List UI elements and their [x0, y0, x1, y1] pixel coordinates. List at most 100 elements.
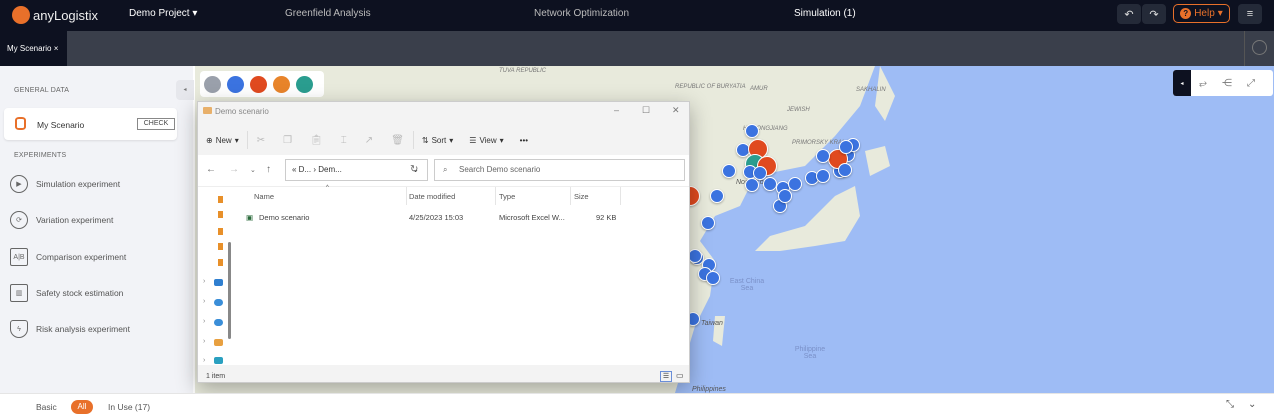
- folder-icon[interactable]: [214, 339, 223, 346]
- share-icon[interactable]: ↗: [356, 135, 382, 146]
- filter-basic[interactable]: Basic: [36, 402, 57, 412]
- recent-dropdown[interactable]: ⌄: [250, 166, 256, 174]
- add-factory-icon[interactable]: [273, 75, 290, 93]
- customer-marker[interactable]: [816, 149, 830, 163]
- customer-marker[interactable]: [722, 164, 736, 178]
- path-segment[interactable]: Dem...: [318, 165, 342, 174]
- onedrive-icon[interactable]: [214, 299, 223, 306]
- collapse-panel-icon[interactable]: ◂: [1173, 70, 1191, 96]
- project-name: Demo Project: [129, 8, 190, 19]
- path-field[interactable]: « D... › Dem... ⌄: [285, 159, 428, 181]
- path-segment[interactable]: D...: [299, 165, 311, 174]
- refresh-button[interactable]: ↻: [410, 164, 418, 175]
- close-icon[interactable]: ×: [54, 44, 59, 53]
- footer-bar: Basic All In Use (17) ⤡ ⌄: [0, 393, 1274, 417]
- quick-access-icon[interactable]: [218, 243, 223, 250]
- customer-marker[interactable]: [788, 177, 802, 191]
- expand-icon[interactable]: ›: [203, 278, 205, 285]
- experiment-simulation[interactable]: ▶ Simulation experiment: [10, 175, 120, 193]
- tab-my-scenario[interactable]: My Scenario ×: [0, 31, 67, 66]
- sidebar: GENERAL DATA My Scenario CHECK EXPERIMEN…: [0, 66, 193, 393]
- quick-access-icon[interactable]: [218, 196, 223, 203]
- scenario-card[interactable]: My Scenario CHECK: [4, 108, 177, 140]
- customer-marker[interactable]: [838, 163, 852, 177]
- customer-marker[interactable]: [688, 249, 702, 263]
- experiment-safety-stock[interactable]: ▥ Safety stock estimation: [10, 284, 123, 302]
- sort-button[interactable]: ⇅ Sort ▾: [414, 136, 461, 145]
- logo[interactable]: anyLogistix: [12, 6, 98, 24]
- close-button[interactable]: ✕: [672, 105, 680, 116]
- collapse-sidebar-button[interactable]: ◂: [176, 80, 194, 100]
- up-button[interactable]: ↑: [266, 164, 271, 175]
- route-icon[interactable]: ⥂: [1191, 70, 1215, 96]
- nav-network-optimization[interactable]: Network Optimization: [534, 8, 629, 19]
- customer-marker[interactable]: [839, 140, 853, 154]
- customer-marker[interactable]: [745, 124, 759, 138]
- expand-icon[interactable]: ›: [203, 357, 205, 364]
- new-button[interactable]: ⊕ New ▾: [198, 136, 247, 145]
- add-warehouse-icon[interactable]: [250, 75, 267, 93]
- filter-in-use[interactable]: In Use (17): [108, 402, 150, 412]
- customer-marker[interactable]: [778, 189, 792, 203]
- paste-icon[interactable]: 📋︎: [301, 135, 332, 146]
- column-size[interactable]: Size: [574, 192, 589, 201]
- customer-marker[interactable]: [710, 189, 724, 203]
- details-view-button[interactable]: ☰: [660, 371, 672, 382]
- undo-button[interactable]: ↶: [1117, 4, 1141, 24]
- map-label: Philippines: [692, 386, 726, 393]
- column-name[interactable]: Name: [254, 192, 274, 201]
- map-label: Taiwan: [701, 320, 723, 327]
- nav-greenfield[interactable]: Greenfield Analysis: [285, 8, 371, 19]
- back-button[interactable]: ←: [206, 164, 216, 175]
- expand-icon[interactable]: ›: [203, 338, 205, 345]
- column-date-modified[interactable]: Date modified: [409, 192, 455, 201]
- gallery-icon[interactable]: [214, 279, 223, 286]
- network-icon[interactable]: ⋲: [1215, 70, 1239, 96]
- quick-access-icon[interactable]: [218, 259, 223, 266]
- redo-button[interactable]: ↷: [1142, 4, 1166, 24]
- tiles-view-button[interactable]: ▭: [676, 371, 684, 380]
- column-type[interactable]: Type: [499, 192, 515, 201]
- help-button[interactable]: ? Help ▾: [1173, 4, 1230, 23]
- project-dropdown[interactable]: Demo Project ▾: [129, 8, 197, 19]
- customer-marker[interactable]: [701, 216, 715, 230]
- expand-icon[interactable]: ⤢: [1239, 70, 1263, 96]
- filter-all[interactable]: All: [71, 400, 93, 414]
- chevron-down-icon[interactable]: ⌄: [1248, 399, 1256, 410]
- customer-marker[interactable]: [745, 178, 759, 192]
- add-tab-button[interactable]: [1252, 40, 1267, 55]
- menu-button[interactable]: ≡: [1238, 4, 1262, 24]
- copy-icon[interactable]: ❐: [274, 135, 301, 146]
- rename-icon[interactable]: ⌶: [332, 135, 356, 146]
- scrollbar[interactable]: [228, 242, 231, 339]
- forward-button[interactable]: →: [229, 164, 239, 175]
- customer-marker[interactable]: [763, 177, 777, 191]
- search-input[interactable]: ⌕ Search Demo scenario: [434, 159, 685, 181]
- expand-icon[interactable]: ›: [203, 298, 205, 305]
- add-customer-icon[interactable]: [227, 75, 244, 93]
- delete-icon[interactable]: 🗑︎: [382, 135, 413, 146]
- add-dc-icon[interactable]: [296, 75, 313, 93]
- expand-icon[interactable]: ⤡: [1226, 399, 1234, 410]
- quick-access-icon[interactable]: [218, 211, 223, 218]
- expand-icon[interactable]: ›: [203, 318, 205, 325]
- nav-simulation[interactable]: Simulation (1): [794, 8, 856, 19]
- experiment-risk-analysis[interactable]: ϟ Risk analysis experiment: [10, 320, 130, 338]
- customer-marker[interactable]: [816, 169, 830, 183]
- cut-icon[interactable]: ✂: [248, 135, 274, 146]
- stock-icon: ▥: [10, 284, 28, 302]
- this-pc-icon[interactable]: [214, 357, 223, 364]
- customer-marker[interactable]: [706, 271, 720, 285]
- map-label: AMUR: [750, 86, 768, 92]
- quick-access-icon[interactable]: [218, 228, 223, 235]
- experiment-variation[interactable]: ⟳ Variation experiment: [10, 211, 113, 229]
- filter-icon[interactable]: [204, 75, 221, 93]
- maximize-button[interactable]: ☐: [642, 105, 650, 116]
- check-button[interactable]: CHECK: [137, 118, 175, 130]
- view-button[interactable]: ☰ View ▾: [461, 136, 511, 145]
- more-button[interactable]: •••: [512, 136, 536, 145]
- view-icon: ☰: [469, 135, 477, 145]
- minimize-button[interactable]: –: [614, 105, 619, 115]
- experiment-comparison[interactable]: A|B Comparison experiment: [10, 248, 126, 266]
- onedrive-icon[interactable]: [214, 319, 223, 326]
